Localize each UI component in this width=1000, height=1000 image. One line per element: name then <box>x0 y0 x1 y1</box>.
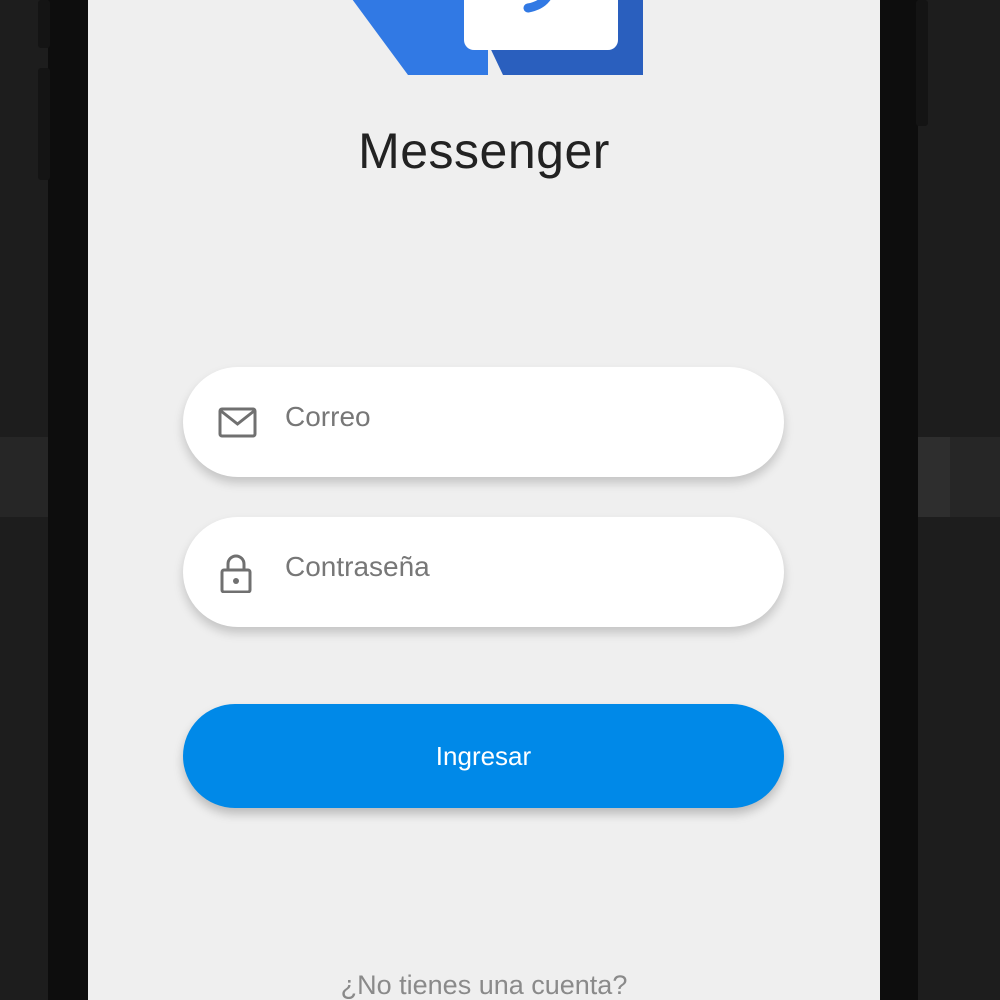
login-button[interactable]: Ingresar <box>183 704 784 808</box>
email-input[interactable] <box>285 395 745 439</box>
phone-side-button <box>38 0 50 48</box>
password-field[interactable] <box>183 517 784 627</box>
background-window-strip-right <box>918 437 950 517</box>
phone-power-button <box>916 0 928 126</box>
signup-link[interactable]: ¿No tienes una cuenta? <box>88 970 880 1000</box>
messenger-logo <box>352 0 643 75</box>
phone-volume-button <box>38 68 50 180</box>
login-screen: Messenger Ingresar ¿No tienes una cuenta… <box>88 0 880 1000</box>
email-field[interactable] <box>183 367 784 477</box>
password-input[interactable] <box>285 545 745 589</box>
lock-icon <box>220 554 252 593</box>
app-title: Messenger <box>358 123 610 179</box>
desktop-background: Messenger Ingresar ¿No tienes una cuenta… <box>0 0 1000 1000</box>
mail-icon <box>218 407 257 438</box>
